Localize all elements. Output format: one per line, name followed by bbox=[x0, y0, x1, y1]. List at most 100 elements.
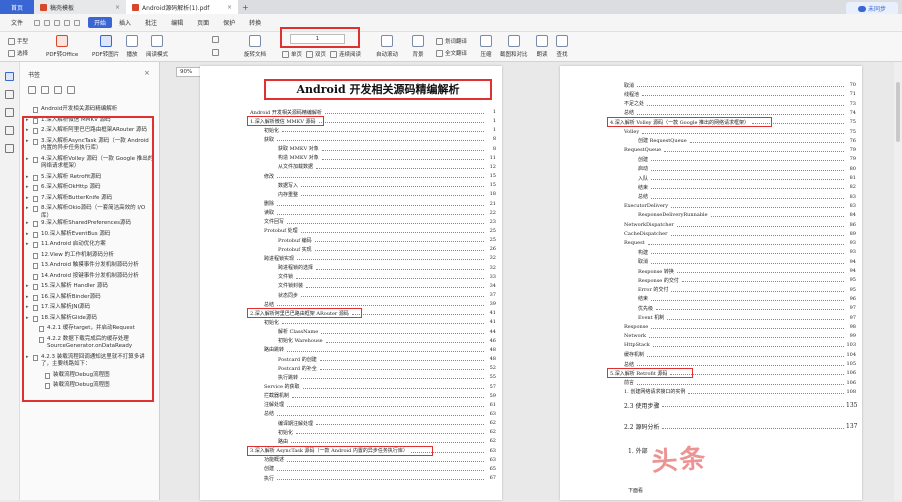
toc-entry[interactable]: 初始化 Warehouse 46 bbox=[278, 337, 496, 345]
menu-protect[interactable]: 保护 bbox=[216, 18, 242, 27]
bookmark-item[interactable]: 装载流程Debug流程图 bbox=[20, 382, 159, 393]
toc-entry[interactable]: 结束 82 bbox=[638, 183, 856, 191]
toc-entry[interactable]: 读取 22 bbox=[264, 209, 496, 217]
single-page-button[interactable]: 单页 bbox=[282, 50, 302, 58]
toc-entry[interactable]: 总结 74 bbox=[624, 109, 856, 117]
chevron-right-icon[interactable]: ▸ bbox=[26, 184, 32, 192]
toc-entry[interactable]: 文件锁封装 34 bbox=[278, 282, 496, 290]
toc-entry[interactable]: 删除 21 bbox=[264, 200, 496, 208]
continuous-read-button[interactable]: 连续阅读 bbox=[330, 50, 361, 58]
bookmark-item[interactable]: ▸ 9.深入解析SharedPreferences源码 bbox=[20, 220, 159, 231]
toc-entry[interactable]: Android 开发相关源码精编解析 1 bbox=[250, 108, 496, 116]
add-bookmark-icon[interactable] bbox=[54, 86, 62, 94]
read-aloud-button[interactable]: 朗读 bbox=[536, 35, 548, 58]
attachment-panel-icon[interactable] bbox=[5, 126, 14, 135]
bookmark-item[interactable]: ▸ 2.深入解析阿里巴巴路由框架ARouter 源码 bbox=[20, 127, 159, 138]
search-panel-icon[interactable] bbox=[5, 144, 14, 153]
toc-entry[interactable]: Event 机制 97 bbox=[638, 314, 856, 322]
select-tool-button[interactable]: 选择 bbox=[8, 49, 28, 57]
toc-entry[interactable]: Postcard 的创建 48 bbox=[278, 355, 496, 363]
menu-edit[interactable]: 编辑 bbox=[164, 18, 190, 27]
find-button[interactable]: 查找 bbox=[556, 35, 568, 58]
toc-entry[interactable]: Service 的获取 57 bbox=[264, 383, 496, 391]
toc-entry[interactable]: 启动 80 bbox=[638, 165, 856, 173]
toc-entry[interactable]: ExecutorDelivery 83 bbox=[624, 202, 856, 210]
bookmark-panel-icon[interactable] bbox=[5, 72, 14, 81]
chevron-right-icon[interactable]: ▸ bbox=[26, 220, 32, 228]
collapse-all-icon[interactable] bbox=[41, 86, 49, 94]
bookmark-item[interactable]: ▸ 4.2.3 装载流程回调通知这里就不打算多讲了，主要线路如下： bbox=[20, 354, 159, 372]
pdf-to-office-button[interactable]: PDF转Office bbox=[46, 35, 78, 58]
bookmark-item[interactable]: ▸ 7.深入解析ButterKnife 源码 bbox=[20, 195, 159, 206]
zoom-out-button[interactable] bbox=[212, 49, 219, 56]
bookmark-item[interactable]: 14.Android 按键事件分发机制源码分析 bbox=[20, 273, 159, 284]
toc-entry[interactable]: 1. 创建网络请求接口的实例 108 bbox=[624, 388, 856, 396]
open-icon[interactable] bbox=[34, 19, 41, 26]
pdf-to-image-button[interactable]: PDF转图片 bbox=[92, 35, 119, 58]
chevron-right-icon[interactable]: ▸ bbox=[26, 315, 32, 323]
word-translate-button[interactable]: 划词翻译 bbox=[436, 37, 467, 45]
chevron-right-icon[interactable]: ▸ bbox=[26, 304, 32, 312]
tab-template[interactable]: 稿壳模板 × bbox=[34, 0, 126, 14]
toc-entry[interactable]: Protobuf 实现 26 bbox=[278, 245, 496, 253]
bookmark-item[interactable]: ▸ 8.深入解析Okio源码（一套简洁高效的 I/O 库） bbox=[20, 205, 159, 220]
toc-entry[interactable]: 5.深入解析 Retrofit 源码 106 bbox=[610, 369, 856, 377]
toc-entry[interactable]: 拦截器机制 59 bbox=[264, 392, 496, 400]
toc-entry[interactable]: 构建 93 bbox=[638, 248, 856, 256]
rotate-button[interactable]: 旋转文档 bbox=[244, 35, 266, 58]
toc-entry[interactable]: 不足之处 73 bbox=[624, 100, 856, 108]
toc-entry[interactable]: 执行 67 bbox=[264, 474, 496, 482]
toc-entry[interactable]: 注解处理 61 bbox=[264, 401, 496, 409]
auto-scroll-button[interactable]: 自动滚动 bbox=[376, 35, 398, 58]
bookmark-item[interactable]: 4.2.1 缓存target，并启动Request bbox=[20, 325, 159, 336]
bookmark-item[interactable]: ▸ 1.深入解析微信 MMKV 源码 bbox=[20, 117, 159, 128]
toc-entry[interactable]: 修改 15 bbox=[264, 172, 496, 180]
close-icon[interactable]: × bbox=[115, 4, 120, 11]
bookmark-item[interactable]: ▸ 4.深入解析Volley 源码（一款 Google 推出的网络请求框架） bbox=[20, 156, 159, 174]
toc-entry[interactable]: 跨进程锁的选择 32 bbox=[278, 264, 496, 272]
comment-panel-icon[interactable] bbox=[5, 108, 14, 117]
chevron-right-icon[interactable]: ▸ bbox=[26, 195, 32, 203]
toc-entry[interactable]: 文件锁 33 bbox=[278, 273, 496, 281]
close-icon[interactable]: × bbox=[144, 69, 150, 77]
toc-entry[interactable]: 优先级 97 bbox=[638, 304, 856, 312]
toc-entry[interactable]: ResponseDeliveryRunnable 84 bbox=[638, 211, 856, 219]
chevron-right-icon[interactable]: ▸ bbox=[26, 205, 32, 213]
toc-entry[interactable]: 获取 8 bbox=[264, 135, 496, 143]
read-mode-button[interactable]: 阅读模式 bbox=[146, 35, 168, 58]
toc-entry[interactable]: 数据写入 15 bbox=[278, 181, 496, 189]
toc-entry[interactable]: 内存重整 18 bbox=[278, 190, 496, 198]
menu-comment[interactable]: 批注 bbox=[138, 18, 164, 27]
vertical-scrollbar[interactable] bbox=[894, 62, 902, 500]
close-icon[interactable]: × bbox=[227, 4, 232, 11]
file-menu[interactable]: 文件 bbox=[4, 18, 30, 27]
bookmark-item[interactable]: ▸ 15.深入解析 Handler 源码 bbox=[20, 283, 159, 294]
chevron-right-icon[interactable]: ▸ bbox=[26, 174, 32, 182]
toc-entry[interactable]: 解析 ClassName 44 bbox=[278, 328, 496, 336]
toc-entry[interactable]: 编译期注解处理 62 bbox=[278, 419, 496, 427]
toc-entry[interactable]: 获取 MMKV 对象 8 bbox=[278, 145, 496, 153]
toc-entry[interactable]: 取消 70 bbox=[624, 81, 856, 89]
chevron-right-icon[interactable]: ▸ bbox=[26, 156, 32, 164]
bookmark-item[interactable]: 12.View 的工作机制源码分析 bbox=[20, 252, 159, 263]
toc-entry[interactable]: 初始化 1 bbox=[264, 126, 496, 134]
toc-entry[interactable]: 4.深入解析 Volley 源码（一款 Google 推出的网络请求框架） 75 bbox=[610, 118, 856, 126]
toc-entry[interactable]: 3.深入解析 AsyncTask 源码（一款 Android 内置的异步任务执行… bbox=[250, 447, 496, 455]
redo-icon[interactable] bbox=[74, 19, 81, 26]
bookmark-item[interactable]: ▸ 11.Android 启动优化方案 bbox=[20, 241, 159, 252]
toc-entry[interactable]: 执行跳转 55 bbox=[278, 373, 496, 381]
toc-entry[interactable]: 总结 63 bbox=[264, 410, 496, 418]
chevron-right-icon[interactable]: ▸ bbox=[26, 283, 32, 291]
chevron-right-icon[interactable]: ▸ bbox=[26, 117, 32, 125]
bookmark-item[interactable]: ▸ 6.深入解析OkHttp 源码 bbox=[20, 184, 159, 195]
print-icon[interactable] bbox=[54, 19, 61, 26]
chevron-right-icon[interactable]: ▸ bbox=[26, 241, 32, 249]
toc-entry[interactable]: 创建 RequestQueue 76 bbox=[638, 137, 856, 145]
full-translate-button[interactable]: 全文翻译 bbox=[436, 49, 467, 57]
tab-document[interactable]: Android源码解析(1).pdf × bbox=[126, 0, 238, 14]
toc-entry[interactable]: 2.深入解析阿里巴巴路由框架 ARouter 源码 41 bbox=[250, 309, 496, 317]
new-tab-icon[interactable]: + bbox=[242, 3, 249, 12]
bookmark-item[interactable]: ▸ 18.深入解析Glide源码 bbox=[20, 315, 159, 326]
bookmark-item[interactable]: ▸ 5.深入解析 Retrofit源码 bbox=[20, 174, 159, 185]
bookmark-item[interactable]: 4.2.2 数据下载完成后的缓存处理SourceGenerator.onData… bbox=[20, 336, 159, 354]
